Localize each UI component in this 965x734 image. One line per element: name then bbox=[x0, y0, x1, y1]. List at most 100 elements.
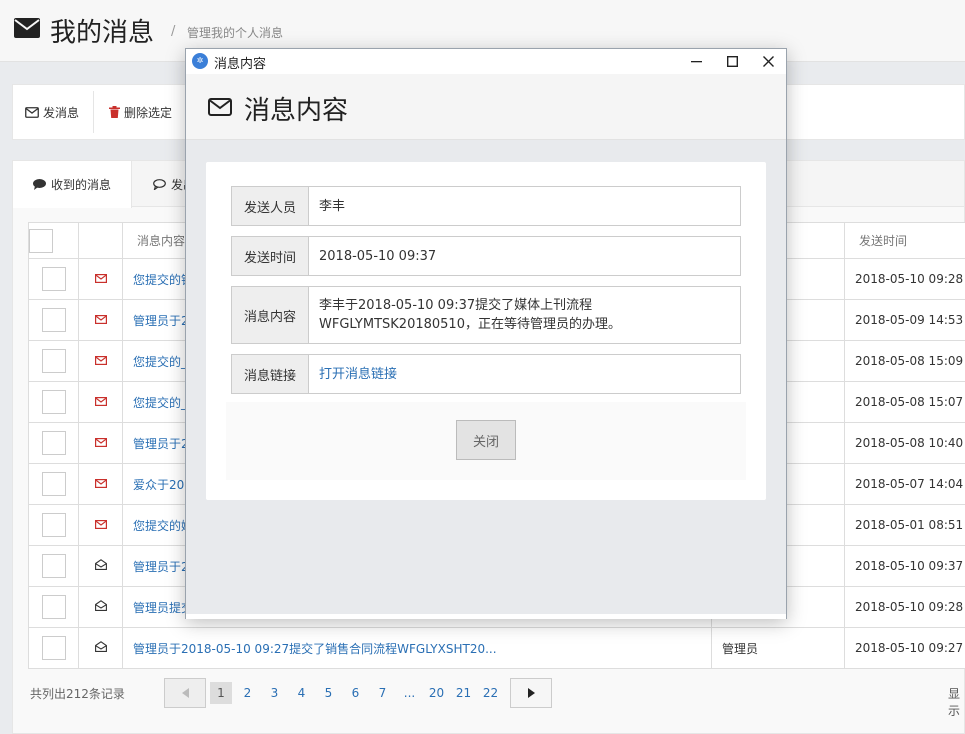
dialog-header: 消息内容 bbox=[186, 74, 786, 140]
message-time: 2018-05-10 09:28 bbox=[844, 586, 965, 628]
select-all-checkbox[interactable] bbox=[29, 228, 53, 253]
row-check-cell bbox=[28, 627, 79, 669]
message-time: 2018-05-08 15:09 bbox=[844, 340, 965, 382]
read-envelope-icon bbox=[94, 600, 107, 611]
row-icon-cell bbox=[78, 381, 123, 423]
row-checkbox[interactable] bbox=[41, 267, 66, 291]
row-check-cell bbox=[28, 504, 79, 546]
row-check-cell bbox=[28, 463, 79, 505]
envelope-icon bbox=[14, 18, 40, 38]
unread-envelope-icon bbox=[94, 315, 107, 325]
page-link-7[interactable]: 7 bbox=[369, 686, 396, 700]
page-link-22[interactable]: 22 bbox=[477, 686, 504, 700]
app-logo-icon: ✲ bbox=[192, 53, 208, 69]
dialog-footer: 关闭 bbox=[226, 402, 746, 480]
content-line-2: WFGLYMTSK20180510，正在等待管理员的办理。 bbox=[319, 317, 621, 332]
page-link-21[interactable]: 21 bbox=[450, 686, 477, 700]
row-checkbox[interactable] bbox=[41, 554, 66, 578]
toolbar-divider bbox=[93, 91, 94, 133]
page-title: 我的消息 bbox=[50, 18, 155, 48]
window-title: 消息内容 bbox=[214, 57, 267, 72]
sender-label: 发送人员 bbox=[232, 187, 309, 225]
comment-outline-icon bbox=[153, 178, 166, 190]
page-size-label: 显示 bbox=[948, 687, 961, 718]
row-check-cell bbox=[28, 422, 79, 464]
row-checkbox[interactable] bbox=[41, 513, 66, 537]
row-checkbox[interactable] bbox=[41, 431, 66, 455]
row-check-cell bbox=[28, 340, 79, 382]
message-time: 2018-05-10 09:27 bbox=[844, 627, 965, 669]
table-row[interactable]: 管理员于2018-05-10 09:27提交了销售合同流程WFGLYXSHT20… bbox=[28, 627, 965, 669]
pagination: 1 2 3 4 5 6 7... 20 21 22 bbox=[164, 678, 552, 708]
close-button[interactable]: 关闭 bbox=[456, 420, 516, 460]
content-field: 消息内容 李丰于2018-05-10 09:37提交了媒体上刊流程 WFGLYM… bbox=[231, 286, 741, 344]
select-all-cell bbox=[28, 222, 79, 259]
header-time: 发送时间 bbox=[844, 222, 965, 259]
message-time: 2018-05-08 10:40 bbox=[844, 422, 965, 464]
sender-value: 李丰 bbox=[319, 198, 346, 214]
page-subtitle: 管理我的个人消息 bbox=[187, 26, 284, 40]
page-link-6[interactable]: 6 bbox=[342, 686, 369, 700]
message-dialog: ✲ 消息内容 消息内容 发送人员 李丰 发送时间 2018-05-10 09:3… bbox=[185, 48, 787, 619]
next-page-button[interactable] bbox=[510, 678, 552, 708]
maximize-button[interactable] bbox=[714, 49, 750, 74]
row-icon-cell bbox=[78, 463, 123, 505]
row-icon-cell bbox=[78, 340, 123, 382]
row-icon-cell bbox=[78, 258, 123, 300]
tab-received[interactable]: 收到的消息 bbox=[13, 161, 133, 208]
prev-page-button[interactable] bbox=[164, 678, 206, 708]
header-icon-cell bbox=[78, 222, 123, 259]
row-check-cell bbox=[28, 299, 79, 341]
message-sender: 管理员 bbox=[711, 627, 845, 669]
content-line-1: 李丰于2018-05-10 09:37提交了媒体上刊流程 bbox=[319, 298, 593, 313]
row-check-cell bbox=[28, 586, 79, 628]
open-message-link[interactable]: 打开消息链接 bbox=[309, 355, 740, 393]
link-field: 消息链接 打开消息链接 bbox=[231, 354, 741, 394]
unread-envelope-icon bbox=[94, 479, 107, 489]
page-numbers: 1 2 3 4 5 6 7... 20 21 22 bbox=[206, 682, 504, 704]
unread-envelope-icon bbox=[94, 356, 107, 366]
page-link-2[interactable]: 2 bbox=[234, 686, 261, 700]
dialog-body: 发送人员 李丰 发送时间 2018-05-10 09:37 消息内容 李丰于20… bbox=[206, 162, 766, 500]
message-time: 2018-05-09 14:53 bbox=[844, 299, 965, 341]
row-icon-cell bbox=[78, 627, 123, 669]
message-content-link[interactable]: 管理员于2018-05-10 09:27提交了销售合同流程WFGLYXSHT20… bbox=[122, 627, 712, 669]
minimize-button[interactable] bbox=[678, 49, 714, 74]
row-checkbox[interactable] bbox=[41, 308, 66, 332]
page-link-20[interactable]: 20 bbox=[423, 686, 450, 700]
maximize-icon bbox=[726, 56, 738, 67]
page-link-5[interactable]: 5 bbox=[315, 686, 342, 700]
row-icon-cell bbox=[78, 545, 123, 587]
link-label: 消息链接 bbox=[232, 355, 309, 393]
row-checkbox[interactable] bbox=[41, 636, 66, 660]
row-check-cell bbox=[28, 545, 79, 587]
unread-envelope-icon bbox=[94, 274, 107, 284]
envelope-outline-icon bbox=[208, 98, 232, 116]
row-check-cell bbox=[28, 258, 79, 300]
breadcrumb-separator: / bbox=[171, 24, 176, 39]
comment-icon bbox=[33, 179, 46, 190]
window-close-button[interactable] bbox=[750, 49, 786, 74]
caret-left-icon bbox=[181, 688, 189, 698]
row-checkbox[interactable] bbox=[41, 472, 66, 496]
unread-envelope-icon bbox=[94, 438, 107, 448]
row-checkbox[interactable] bbox=[41, 349, 66, 373]
minimize-icon bbox=[690, 61, 702, 63]
time-field: 发送时间 2018-05-10 09:37 bbox=[231, 236, 741, 276]
caret-right-icon bbox=[527, 688, 535, 698]
window-titlebar[interactable]: ✲ 消息内容 bbox=[186, 49, 786, 74]
delete-selected-button[interactable]: 删除选定 bbox=[109, 85, 172, 139]
read-envelope-icon bbox=[94, 559, 107, 570]
row-icon-cell bbox=[78, 586, 123, 628]
row-checkbox[interactable] bbox=[41, 390, 66, 414]
unread-envelope-icon bbox=[94, 520, 107, 530]
row-checkbox[interactable] bbox=[41, 595, 66, 619]
message-time: 2018-05-01 08:51 bbox=[844, 504, 965, 546]
unread-envelope-icon bbox=[94, 397, 107, 407]
row-icon-cell bbox=[78, 299, 123, 341]
send-message-button[interactable]: 发消息 bbox=[25, 85, 79, 139]
page-link-1[interactable]: 1 bbox=[210, 682, 232, 704]
page-link-4[interactable]: 4 bbox=[288, 686, 315, 700]
read-envelope-icon bbox=[94, 641, 107, 652]
page-link-3[interactable]: 3 bbox=[261, 686, 288, 700]
